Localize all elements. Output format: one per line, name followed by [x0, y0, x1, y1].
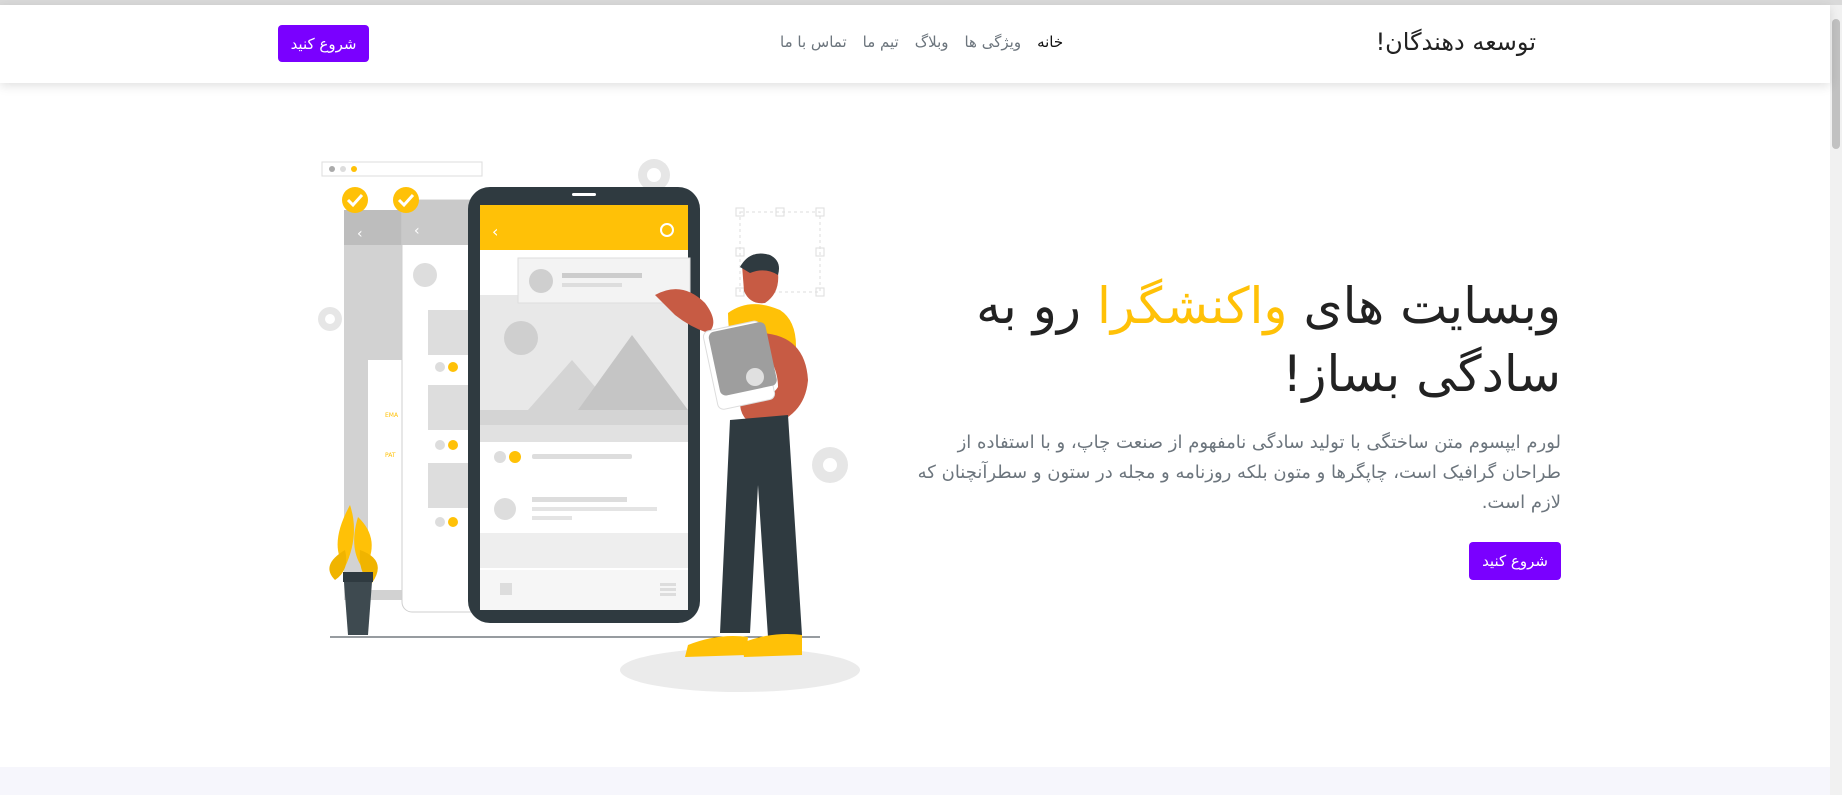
- main-phone: ‹: [468, 187, 700, 623]
- hero-title: وبسایت های واکنشگرا رو به سادگی بساز!: [921, 272, 1561, 408]
- hero-illustration: ‹ EMA PAT ‹ ‹: [318, 159, 860, 692]
- hero-title-accent: واکنشگرا: [1096, 277, 1288, 335]
- nav-link-contact[interactable]: تماس با ما: [780, 33, 847, 51]
- svg-text:EMA: EMA: [385, 412, 399, 419]
- nav-link-features[interactable]: ویژگی ها: [964, 33, 1021, 51]
- check-badges: [342, 187, 419, 213]
- svg-text:PAT: PAT: [385, 452, 396, 459]
- svg-text:‹: ‹: [357, 226, 363, 242]
- scrollbar-thumb[interactable]: [1832, 19, 1840, 149]
- nav-link-team[interactable]: تیم ما: [863, 33, 899, 51]
- scrollbar[interactable]: [1830, 5, 1842, 795]
- next-section-background: [0, 767, 1830, 795]
- navbar: توسعه دهندگان! خانه ویژگی ها وبلاگ تیم م…: [0, 5, 1830, 83]
- nav-link-home[interactable]: خانه: [1037, 33, 1063, 51]
- nav-links: خانه ویژگی ها وبلاگ تیم ما تماس با ما: [780, 33, 1063, 51]
- brand-logo[interactable]: توسعه دهندگان!: [1376, 28, 1536, 56]
- svg-text:‹: ‹: [492, 222, 498, 241]
- nav-link-blog[interactable]: وبلاگ: [915, 33, 949, 51]
- svg-text:‹: ‹: [414, 223, 420, 239]
- get-started-nav-button[interactable]: شروع کنید: [278, 25, 369, 62]
- browser-window-sketch: [321, 161, 483, 177]
- get-started-hero-button[interactable]: شروع کنید: [1469, 542, 1561, 580]
- hero-description: لورم ایپسوم متن ساختگی با تولید سادگی نا…: [917, 432, 1561, 513]
- hero-title-part1: وبسایت های: [1287, 277, 1561, 335]
